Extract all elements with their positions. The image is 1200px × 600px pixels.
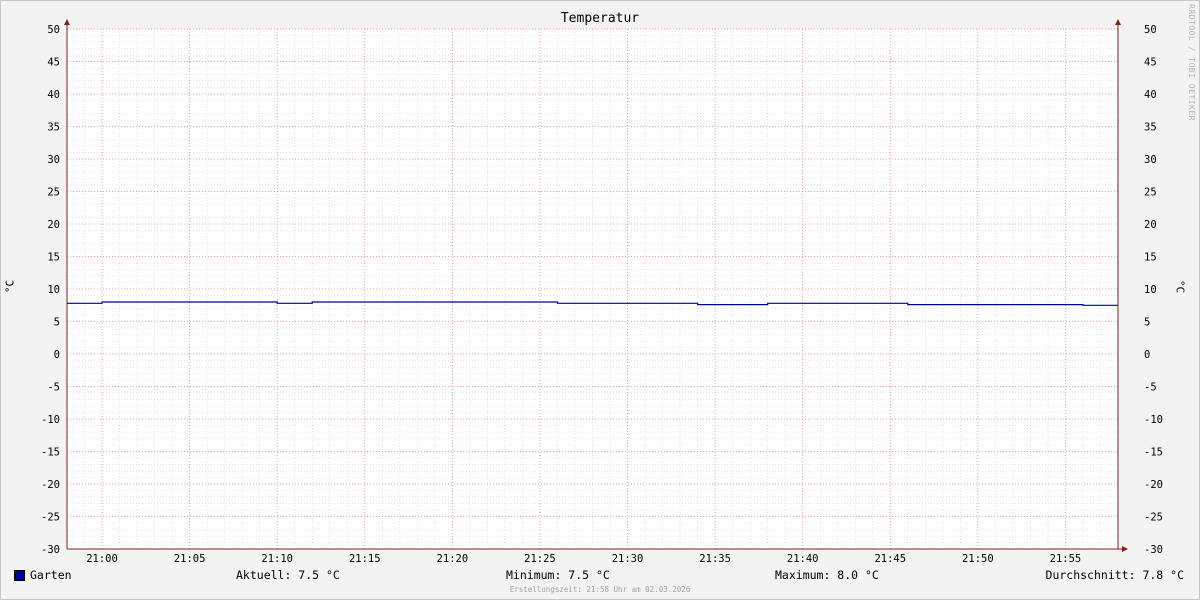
y-tick-label-right: 40 <box>1144 89 1157 101</box>
y-tick-label-left: -25 <box>41 512 60 524</box>
legend-label-garten: Garten <box>30 568 72 582</box>
y-tick-label-right: 0 <box>1144 349 1150 361</box>
y-tick-label-left: -5 <box>47 382 60 394</box>
stat-maximum: Maximum: 8.0 °C <box>775 568 879 582</box>
x-tick-label: 21:30 <box>612 553 644 565</box>
chart-title: Temperatur <box>560 11 640 26</box>
legend: Garten Aktuell: 7.5 °C Minimum: 7.5 °C M… <box>0 568 1200 584</box>
legend-swatch-garten <box>14 570 25 581</box>
y-tick-label-right: -15 <box>1144 447 1163 459</box>
y-tick-label-left: -30 <box>41 544 60 556</box>
x-tick-label: 21:40 <box>787 553 819 565</box>
y-tick-label-right: -5 <box>1144 382 1157 394</box>
x-tick-label: 21:45 <box>874 553 906 565</box>
y-tick-label-right: 25 <box>1144 187 1157 199</box>
y-tick-label-left: 5 <box>54 317 60 329</box>
y-tick-label-left: 15 <box>47 252 60 264</box>
chart: 50 5045 4540 4035 3530 3025 2520 2015 1510 105 50 0… <box>41 19 1163 565</box>
y-tick-label-left: 45 <box>47 57 60 69</box>
x-tick-label: 21:00 <box>86 553 118 565</box>
y-tick-label-left: 20 <box>47 219 60 231</box>
y-tick-label-right: -20 <box>1144 479 1163 491</box>
y-tick-label-right: 20 <box>1144 219 1157 231</box>
x-tick-label: 21:25 <box>524 553 556 565</box>
stat-aktuell: Aktuell: 7.5 °C <box>236 568 340 582</box>
y-tick-label-right: 35 <box>1144 122 1157 134</box>
x-tick-label: 21:20 <box>437 553 469 565</box>
y-tick-label-right: -10 <box>1144 414 1163 426</box>
y-tick-label-right: 10 <box>1144 284 1157 296</box>
y-tick-label-right: -30 <box>1144 544 1163 556</box>
y-tick-label-left: 0 <box>54 349 60 361</box>
x-tick-label: 21:10 <box>261 553 293 565</box>
y-tick-label-right: 30 <box>1144 154 1157 166</box>
stat-durchschnitt: Durchschnitt: 7.8 °C <box>1045 568 1184 582</box>
y-tick-label-left: -10 <box>41 414 60 426</box>
creation-time-footer: Erstellungszeit: 21:58 Uhr am 02.03.2026 <box>509 585 691 594</box>
y-tick-label-left: 35 <box>47 122 60 134</box>
y-axis-label-right: °C <box>1173 279 1187 294</box>
y-tick-label-left: 10 <box>47 284 60 296</box>
x-tick-label: 21:15 <box>349 553 381 565</box>
y-tick-label-left: 40 <box>47 89 60 101</box>
x-tick-label: 21:50 <box>962 553 994 565</box>
watermark: RRDTOOL / TOBI OETIKER <box>1187 4 1196 121</box>
x-tick-label: 21:05 <box>174 553 206 565</box>
y-tick-label-right: -25 <box>1144 512 1163 524</box>
x-tick-label: 21:55 <box>1050 553 1082 565</box>
x-axis-arrow <box>1122 546 1128 552</box>
y-axis-label-left: °C <box>3 279 17 294</box>
y-tick-label-right: 45 <box>1144 57 1157 69</box>
y-tick-label-left: -15 <box>41 447 60 459</box>
y-tick-label-left: 30 <box>47 154 60 166</box>
y-tick-label-left: 25 <box>47 187 60 199</box>
stat-minimum: Minimum: 7.5 °C <box>506 568 610 582</box>
y-tick-label-left: -20 <box>41 479 60 491</box>
y-tick-label-right: 5 <box>1144 317 1150 329</box>
y-tick-label-right: 15 <box>1144 252 1157 264</box>
x-tick-label: 21:35 <box>699 553 731 565</box>
